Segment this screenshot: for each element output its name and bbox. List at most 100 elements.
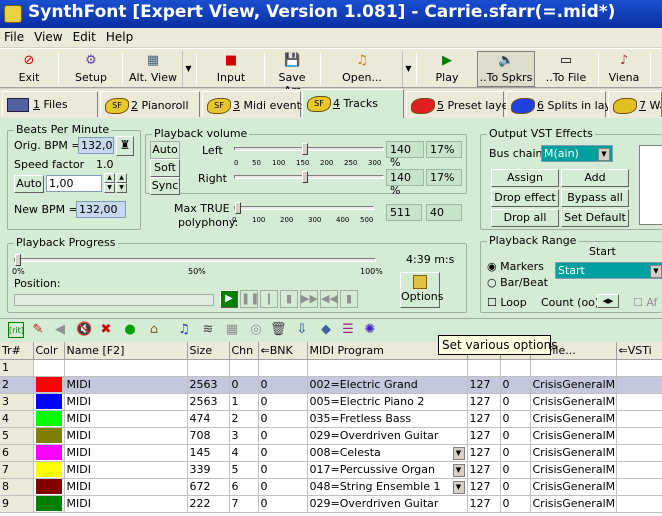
progress-slider[interactable] <box>14 254 376 266</box>
notes-icon[interactable]: ♫ <box>176 322 192 338</box>
channel-cell[interactable]: 3 <box>229 427 259 445</box>
size-cell[interactable] <box>187 359 230 377</box>
volume-cell[interactable] <box>467 359 501 377</box>
bank-cell[interactable]: 0 <box>258 478 308 496</box>
drop-all-button[interactable]: Drop all <box>491 209 559 227</box>
track-number-cell[interactable]: 4 <box>0 410 34 428</box>
table-row[interactable]: 9 MIDI 222 7 0 029=Overdriven Guitar 127 0 Crisi… <box>0 495 662 513</box>
color-swatch[interactable] <box>35 479 62 494</box>
volume-cell[interactable]: 127 <box>467 495 501 513</box>
pan-cell[interactable]: 0 <box>500 393 531 411</box>
color-cell[interactable] <box>33 495 65 513</box>
bank-cell[interactable]: 0 <box>258 376 308 394</box>
import-icon[interactable]: ⇩ <box>294 322 310 338</box>
vsti-cell[interactable] <box>616 495 662 513</box>
col-bank[interactable]: ⇐BNK <box>258 342 308 360</box>
sf-file-cell[interactable]: CrisisGeneralMidi1.8.sf2 <box>530 444 617 462</box>
channel-cell[interactable]: 7 <box>229 495 259 513</box>
color-cell[interactable] <box>33 359 65 377</box>
bank-cell[interactable]: 0 <box>258 427 308 445</box>
range-start-select[interactable]: Start ▼ <box>555 262 662 279</box>
volume-soft-button[interactable]: Soft <box>150 159 180 177</box>
track-number-cell[interactable]: 6 <box>0 444 34 462</box>
color-swatch[interactable] <box>35 445 62 460</box>
name-cell[interactable] <box>64 359 188 377</box>
program-cell[interactable]: 029=Overdriven Guitar <box>307 495 468 513</box>
tab-pianoroll[interactable]: SF 2 Pianoroll <box>100 91 200 117</box>
program-cell[interactable]: 029=Overdriven Guitar <box>307 427 468 445</box>
count-spinner[interactable]: ◀▶ <box>597 294 619 308</box>
color-cell[interactable] <box>33 427 65 445</box>
add-effects-button[interactable]: Add effects... <box>561 169 629 200</box>
position-bar[interactable] <box>14 294 214 306</box>
color-swatch[interactable] <box>35 411 62 426</box>
color-swatch[interactable] <box>35 360 62 375</box>
save-arr-button[interactable]: 💾Save Arr <box>268 51 316 97</box>
pencil-icon[interactable]: ✎ <box>30 322 46 338</box>
forward-button[interactable]: ▶▶ <box>300 290 318 308</box>
tab-midi-events[interactable]: SF 3 Midi events <box>202 91 307 117</box>
wave-icon[interactable]: ≋ <box>200 322 216 338</box>
chevron-down-icon[interactable]: ▼ <box>452 446 465 460</box>
color-cell[interactable] <box>33 478 65 496</box>
fit-icon[interactable]: [rit] <box>8 322 24 338</box>
program-cell[interactable]: 005=Electric Piano 2 <box>307 393 468 411</box>
name-cell[interactable]: MIDI <box>64 495 188 513</box>
left-volume-slider[interactable] <box>234 143 384 155</box>
bank-cell[interactable]: 0 <box>258 495 308 513</box>
color-cell[interactable] <box>33 376 65 394</box>
program-cell[interactable]: 035=Fretless Bass <box>307 410 468 428</box>
exit-button[interactable]: ⊘ Exit <box>2 51 56 87</box>
table-row[interactable]: 7 MIDI 339 5 0 017=Percussive Organ ▼ 127 0 Crisi… <box>0 461 662 479</box>
vsti-cell[interactable] <box>616 444 662 462</box>
volume-auto-button[interactable]: Auto <box>150 141 180 159</box>
size-cell[interactable]: 222 <box>187 495 230 513</box>
table-row[interactable]: 3 MIDI 2563 1 0 005=Electric Piano 2 127 0 Crisi… <box>0 393 662 411</box>
color-cell[interactable] <box>33 410 65 428</box>
delete-icon[interactable]: ✖ <box>98 322 114 338</box>
bus-chain-select[interactable]: M(ain) ▼ <box>541 145 613 162</box>
table-row[interactable]: 5 MIDI 708 3 0 029=Overdriven Guitar 127 0 Crisi… <box>0 427 662 445</box>
tab-wav[interactable]: 7 Wav <box>608 91 662 117</box>
alt-view-dropdown[interactable]: ▼ <box>182 51 194 87</box>
tab-splits-in-layer[interactable]: 6 Splits in layer <box>506 91 622 117</box>
table-row[interactable]: 6 MIDI 145 4 0 008=Celesta ▼ 127 0 CrisisGeneralM… <box>0 444 662 462</box>
channel-cell[interactable]: 1 <box>229 393 259 411</box>
program-cell[interactable] <box>307 359 468 377</box>
af-checkbox[interactable]: ☐ Af <box>633 296 657 309</box>
pause-button[interactable]: ❚❚ <box>240 290 259 308</box>
bank-cell[interactable] <box>258 359 308 377</box>
col-channel[interactable]: Chn <box>229 342 259 360</box>
track-number-cell[interactable]: 8 <box>0 478 34 496</box>
color-swatch[interactable] <box>35 394 62 409</box>
track-number-cell[interactable]: 7 <box>0 461 34 479</box>
col-color[interactable]: Colr <box>33 342 65 360</box>
program-cell[interactable]: 002=Electric Grand <box>307 376 468 394</box>
size-cell[interactable]: 2563 <box>187 393 230 411</box>
program-cell[interactable]: 048=String Ensemble 1 ▼ <box>307 478 468 496</box>
track-number-cell[interactable]: 9 <box>0 495 34 513</box>
record-button[interactable]: ▮ <box>280 290 298 308</box>
table-row[interactable]: 8 MIDI 672 6 0 048=String Ensemble 1 ▼ 127 0 Cris… <box>0 478 662 496</box>
name-cell[interactable]: MIDI <box>64 376 188 394</box>
name-cell[interactable]: MIDI <box>64 444 188 462</box>
size-cell[interactable]: 145 <box>187 444 230 462</box>
polyphony-thumb[interactable] <box>235 202 241 214</box>
to-speakers-button[interactable]: 🔈 ..To Spkrs <box>477 51 535 87</box>
cube-icon[interactable]: ◆ <box>318 322 334 338</box>
program-cell[interactable]: 017=Percussive Organ ▼ <box>307 461 468 479</box>
to-file-button[interactable]: ▭ ..To File <box>538 51 594 87</box>
bypass-all-button[interactable]: Bypass all <box>561 189 629 207</box>
channel-cell[interactable] <box>229 359 259 377</box>
track-number-cell[interactable]: 5 <box>0 427 34 445</box>
program-cell[interactable]: 008=Celesta ▼ <box>307 444 468 462</box>
volume-cell[interactable]: 127 <box>467 427 501 445</box>
vsti-cell[interactable] <box>616 478 662 496</box>
sf-file-cell[interactable]: CrisisGeneralMidi1.8.sf2 <box>530 376 617 394</box>
play-position-button[interactable]: ▶ <box>220 290 238 308</box>
menu-help[interactable]: Help <box>102 28 139 44</box>
name-cell[interactable]: MIDI <box>64 427 188 445</box>
track-number-cell[interactable]: 3 <box>0 393 34 411</box>
color-swatch[interactable] <box>35 428 62 443</box>
tab-preset-layers[interactable]: 5 Preset layers <box>406 91 519 117</box>
